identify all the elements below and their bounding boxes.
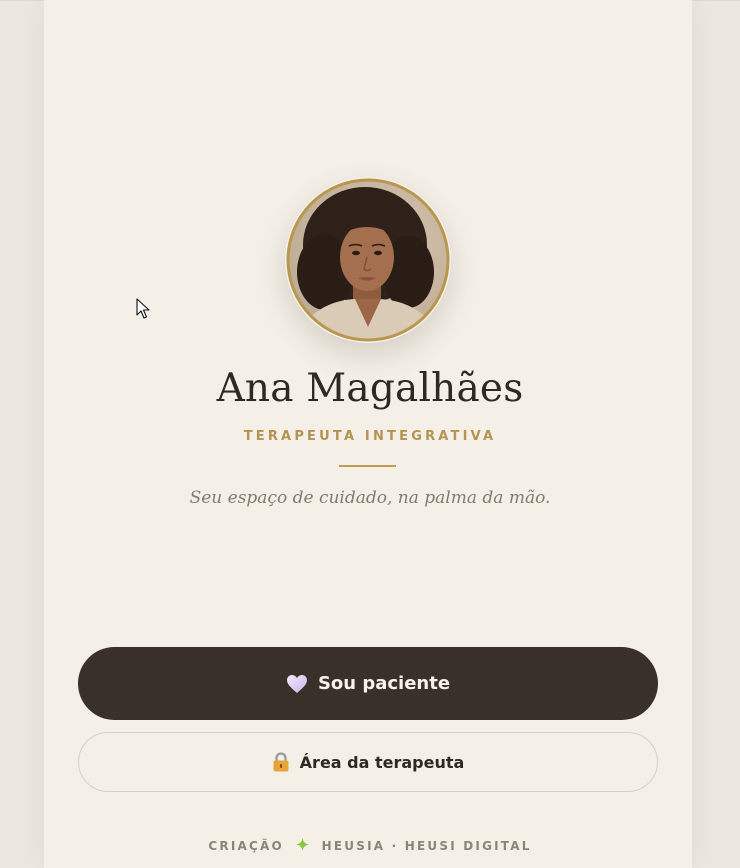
mouse-cursor-icon: [136, 298, 150, 319]
patient-button[interactable]: Sou paciente: [78, 647, 658, 720]
footer-prefix: CRIAÇÃO: [208, 839, 284, 853]
heart-icon: [286, 674, 308, 694]
footer-company: HEUSI DIGITAL: [404, 839, 532, 853]
avatar: [285, 177, 451, 343]
footer-separator: ·: [391, 839, 399, 853]
therapist-area-button[interactable]: Área da terapeuta: [78, 732, 658, 792]
profile-photo-icon: [286, 178, 450, 342]
therapist-area-button-label: Área da terapeuta: [299, 752, 465, 772]
profile-tagline: Seu espaço de cuidado, na palma da mão.: [189, 488, 551, 508]
footer-brand: HEUSIA: [321, 839, 386, 853]
patient-button-label: Sou paciente: [317, 673, 451, 694]
lock-icon: [272, 752, 290, 772]
footer-credits: CRIAÇÃO HEUSIA · HEUSI DIGITAL: [0, 838, 740, 854]
page-title: Ana Magalhães: [216, 366, 524, 411]
sparkle-icon: [296, 838, 310, 854]
profile-role: TERAPEUTA INTEGRATIVA: [243, 429, 497, 444]
title-divider: [339, 465, 396, 467]
